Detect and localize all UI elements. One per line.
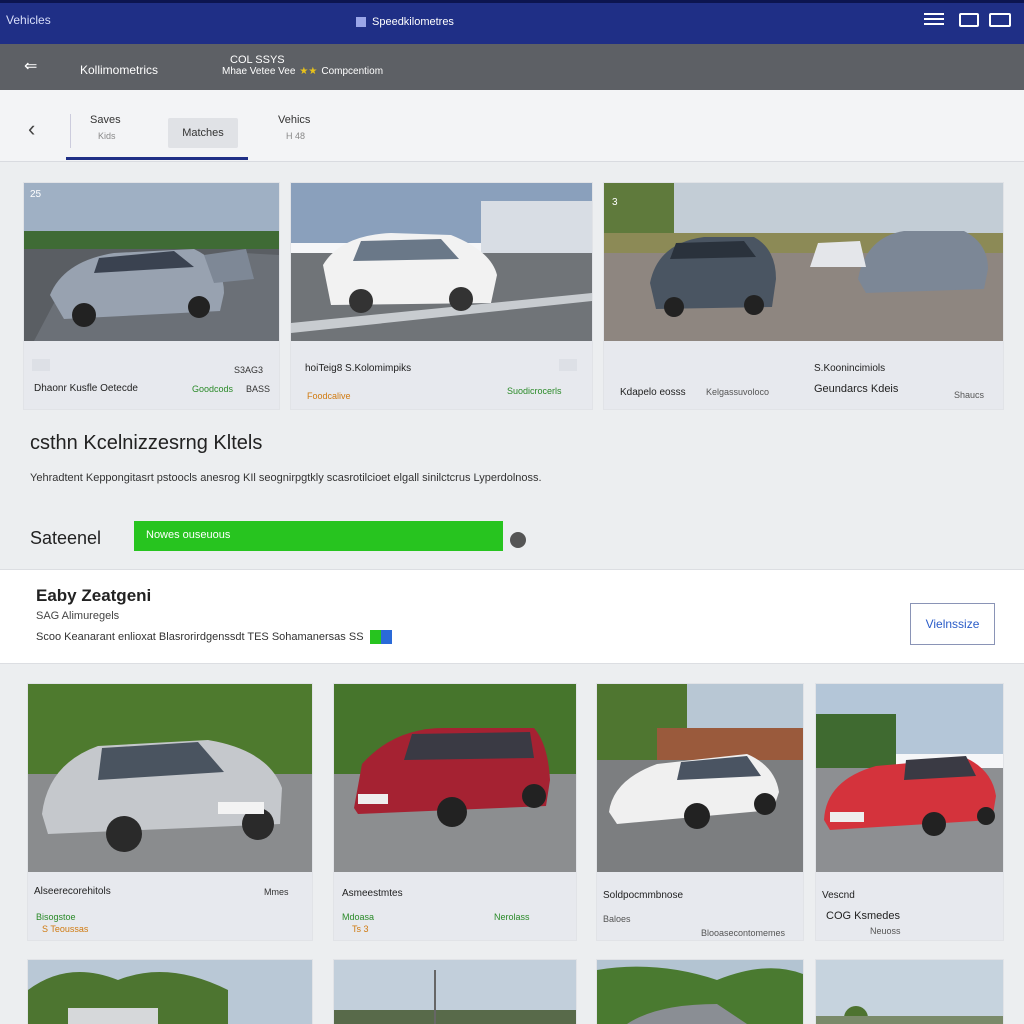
card-info (816, 872, 1003, 940)
tab-vehicles-label: Vehics (278, 114, 311, 126)
app-center-title: Speedkilometres (356, 16, 454, 28)
search-input[interactable]: Nowes ouseuous (134, 521, 503, 551)
car-photo (604, 183, 1003, 341)
view-seller-button[interactable]: Vielnssize (910, 603, 995, 645)
card-price-secondary: BASS (246, 384, 271, 394)
app-brand[interactable]: Vehicles (6, 13, 51, 27)
menu-icon[interactable] (924, 13, 944, 29)
center-title-text: Speedkilometres (372, 16, 454, 28)
card-location: Ts 3 (352, 924, 369, 934)
tabs-row: ‹ Saves Kids Matches Vehics H 48 (0, 90, 1024, 162)
car-photo (24, 183, 279, 341)
card-index: 25 (30, 189, 42, 200)
tab-saves[interactable]: Saves Kids (90, 114, 121, 141)
card-title: Vescnd (822, 890, 855, 901)
tab-saves-label: Saves (90, 114, 121, 126)
chevron-left-icon[interactable]: ‹ (28, 116, 35, 142)
card-location: S Teoussas (42, 924, 89, 934)
card-price: Mmes (264, 887, 289, 897)
section-title: csthn Kcelnizzesrng Kltels (30, 432, 263, 454)
seller-details: Scoo Keanarant enlioxat Blasrorirdgenssd… (36, 630, 392, 644)
search-submit-icon[interactable] (510, 532, 526, 548)
listing-card[interactable]: Alseerecorehitols Mmes Bisogstoe S Teous… (28, 684, 312, 940)
card-title-right: S.Koonincimiols (814, 363, 886, 374)
card-status: Suodicrocerls (507, 386, 562, 396)
card-title: hoiTeig8 S.Kolomimpiks (305, 363, 412, 374)
car-photo (28, 684, 312, 872)
card-title: Soldpocmmbnose (603, 890, 684, 901)
star-icon: ★★ (299, 66, 318, 77)
card-title: Kdapelo eosss (620, 387, 686, 398)
card-status: Goodcods (192, 384, 234, 394)
card-extra: Shaucs (954, 390, 985, 400)
card-status-secondary: Nerolass (494, 912, 530, 922)
card-subtitle: Baloes (603, 914, 631, 924)
seller-listing-count: SAG Alimuregels (36, 610, 120, 622)
card-extra: Blooasecontomemes (701, 928, 786, 938)
app-logo-icon (356, 17, 366, 27)
subheader-title: Kollimometrics (80, 63, 159, 77)
listing-card[interactable]: Asmeestmtes Mdoasa Ts 3 Nerolass (334, 684, 576, 940)
sub-header-bar: ⇐ Kollimometrics COL SSYS Mhae Vetee Vee… (0, 44, 1024, 90)
subheader-meta-top: COL SSYS (230, 54, 285, 66)
car-photo (597, 960, 803, 1024)
search-label: Sateenel (30, 528, 102, 548)
chat-icon[interactable] (959, 13, 979, 27)
listing-card[interactable] (597, 960, 803, 1024)
listing-card[interactable] (28, 960, 312, 1024)
car-photo (334, 960, 576, 1024)
section-description: Yehradtent Keppongitasrt pstoocls anesro… (30, 472, 542, 484)
save-icon[interactable] (559, 359, 577, 371)
listing-card[interactable]: Soldpocmmbnose Baloes Blooasecontomemes (597, 684, 803, 940)
car-photo (334, 684, 576, 872)
card-title: Dhaonr Kusfle Oetecde (34, 383, 138, 394)
card-status: Mdoasa (342, 912, 375, 922)
card-info (604, 341, 1003, 409)
meta-bottom-text: Mhae Vetee Vee (222, 66, 296, 77)
car-photo (816, 960, 1003, 1024)
save-icon[interactable] (32, 359, 50, 371)
listing-card[interactable]: 3 Kdapelo eosss Kelgassuvoloco S.Kooninc… (604, 183, 1003, 409)
card-title: Alseerecorehitols (34, 886, 111, 897)
active-tab-indicator (66, 157, 248, 160)
card-title: Asmeestmtes (342, 888, 403, 899)
seller-name: Eaby Zeatgeni (36, 586, 152, 605)
car-photo (291, 183, 592, 341)
tab-matches[interactable]: Matches (168, 118, 238, 148)
listing-card[interactable]: hoiTeig8 S.Kolomimpiks Foodcalive Suodic… (291, 183, 592, 409)
listing-card[interactable] (816, 960, 1003, 1024)
tab-vehicles[interactable]: Vehics H 48 (278, 114, 310, 141)
tab-saves-sub: Kids (98, 131, 116, 141)
tabs-divider (70, 114, 71, 148)
listing-card[interactable]: 25 S3AG3 Dhaonr Kusfle Oetecde Goodcods … (24, 183, 279, 409)
card-subtitle: Kelgassuvoloco (706, 387, 770, 397)
back-arrow-icon[interactable]: ⇐ (24, 56, 37, 76)
card-location: Foodcalive (307, 391, 351, 401)
listing-card[interactable] (334, 960, 576, 1024)
tab-vehicles-sub: H 48 (286, 131, 306, 141)
car-photo (28, 960, 312, 1024)
card-extra: Neuoss (870, 926, 901, 936)
verified-badge-icon (369, 630, 392, 644)
card-status: Bisogstoe (36, 912, 76, 922)
card-info (334, 872, 576, 940)
card-price: S3AG3 (234, 365, 264, 375)
car-photo (597, 684, 803, 872)
card-info (24, 341, 279, 409)
dashboard-icon[interactable] (989, 13, 1011, 27)
card-subtitle: COG Ksmedes (826, 910, 900, 922)
top-app-bar: Vehicles Speedkilometres (0, 0, 1024, 44)
seller-banner: Eaby Zeatgeni SAG Alimuregels Scoo Keana… (0, 569, 1024, 664)
listing-card[interactable]: Vescnd COG Ksmedes Neuoss (816, 684, 1003, 940)
card-subtitle-right: Geundarcs Kdeis (814, 383, 899, 395)
meta-suffix-text: Compcentiom (321, 66, 384, 77)
subheader-meta-bottom: Mhae Vetee Vee ★★ Compcentiom (222, 66, 383, 77)
car-photo (816, 684, 1003, 872)
card-index: 3 (612, 197, 618, 208)
seller-details-text: Scoo Keanarant enlioxat Blasrorirdgenssd… (36, 631, 364, 643)
